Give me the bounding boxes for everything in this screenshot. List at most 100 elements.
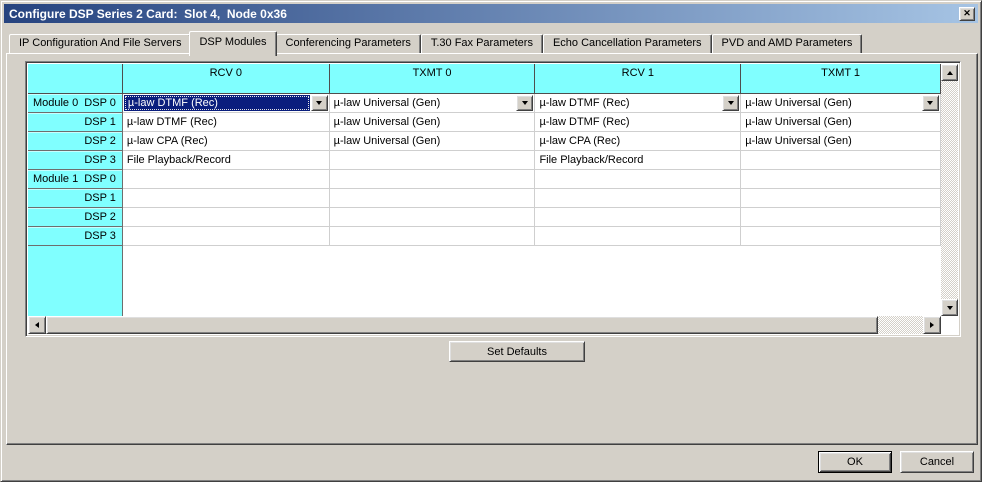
close-icon: ✕ <box>963 9 971 18</box>
close-button[interactable]: ✕ <box>959 7 975 21</box>
dropdown-button[interactable] <box>516 95 533 111</box>
grid-cell[interactable] <box>741 227 941 246</box>
grid-cell[interactable]: File Playback/Record <box>535 151 741 170</box>
row-header[interactable]: DSP 1 <box>28 189 123 208</box>
dropdown-arrow-icon <box>316 101 322 108</box>
grid-cell[interactable] <box>330 151 536 170</box>
dropdown-arrow-icon <box>522 101 528 108</box>
grid-cell[interactable]: µ-law Universal (Gen) <box>741 113 941 132</box>
horizontal-scrollbar-track[interactable] <box>878 316 923 334</box>
grid-cell[interactable]: µ-law DTMF (Rec) <box>123 94 330 113</box>
grid-viewport: RCV 0TXMT 0RCV 1TXMT 1Module 0 DSP 0µ-la… <box>28 64 958 334</box>
tab-conferencing-parameters[interactable]: Conferencing Parameters <box>276 34 421 53</box>
row-header[interactable]: Module 1 DSP 0 <box>28 170 123 189</box>
grid-cell[interactable]: µ-law CPA (Rec) <box>535 132 741 151</box>
table-row: DSP 1 <box>28 189 941 208</box>
tab-echo-cancellation-parameters[interactable]: Echo Cancellation Parameters <box>543 34 712 53</box>
grid-cell[interactable]: µ-law Universal (Gen) <box>330 113 536 132</box>
grid-cell[interactable]: µ-law Universal (Gen) <box>330 132 536 151</box>
grid-table: RCV 0TXMT 0RCV 1TXMT 1Module 0 DSP 0µ-la… <box>28 64 941 316</box>
row-header[interactable]: Module 0 DSP 0 <box>28 94 123 113</box>
row-header[interactable]: DSP 2 <box>28 132 123 151</box>
grid-cell[interactable]: µ-law Universal (Gen) <box>741 94 941 113</box>
column-header: RCV 0 <box>123 64 330 94</box>
arrow-down-icon <box>947 306 953 313</box>
vertical-scrollbar[interactable] <box>941 64 958 316</box>
grid-cell[interactable] <box>123 208 330 227</box>
grid-cell[interactable] <box>123 189 330 208</box>
ok-label: OK <box>847 456 863 468</box>
vertical-scrollbar-track[interactable] <box>941 81 958 299</box>
arrow-right-icon <box>930 322 937 328</box>
grid-cell[interactable]: File Playback/Record <box>123 151 330 170</box>
grid-cell[interactable]: µ-law DTMF (Rec) <box>535 94 741 113</box>
table-row: DSP 2 <box>28 208 941 227</box>
scrollbar-thumb[interactable] <box>46 316 878 334</box>
dropdown-arrow-icon <box>728 101 734 108</box>
table-row: DSP 2µ-law CPA (Rec)µ-law Universal (Gen… <box>28 132 941 151</box>
table-row: Module 1 DSP 0 <box>28 170 941 189</box>
row-header[interactable]: DSP 2 <box>28 208 123 227</box>
arrow-left-icon <box>32 322 39 328</box>
scroll-left-button[interactable] <box>28 316 46 334</box>
scroll-up-button[interactable] <box>941 64 958 81</box>
dropdown-button[interactable] <box>311 95 328 111</box>
tab-ip-configuration-and-file-servers[interactable]: IP Configuration And File Servers <box>9 34 191 53</box>
grid-cell[interactable] <box>123 227 330 246</box>
dialog-window: Configure DSP Series 2 Card: Slot 4, Nod… <box>0 0 982 482</box>
row-header-filler <box>28 246 123 316</box>
ok-button[interactable]: OK <box>818 451 892 473</box>
grid-cell[interactable]: µ-law DTMF (Rec) <box>123 113 330 132</box>
window-title: Configure DSP Series 2 Card: Slot 4, Nod… <box>9 7 287 21</box>
row-header[interactable]: DSP 3 <box>28 151 123 170</box>
grid-cell[interactable] <box>741 170 941 189</box>
cancel-label: Cancel <box>920 456 954 468</box>
grid-cell[interactable] <box>535 170 741 189</box>
grid-header-row: RCV 0TXMT 0RCV 1TXMT 1 <box>28 64 941 94</box>
column-header: TXMT 0 <box>330 64 536 94</box>
grid-cell[interactable] <box>123 170 330 189</box>
tab-dsp-modules[interactable]: DSP Modules <box>189 31 276 56</box>
dropdown-value: µ-law DTMF (Rec) <box>535 94 721 112</box>
table-row: DSP 3File Playback/RecordFile Playback/R… <box>28 151 941 170</box>
set-defaults-button[interactable]: Set Defaults <box>449 341 585 362</box>
set-defaults-label: Set Defaults <box>487 346 547 358</box>
tab-pvd-and-amd-parameters[interactable]: PVD and AMD Parameters <box>712 34 863 53</box>
row-header[interactable]: DSP 3 <box>28 227 123 246</box>
scroll-down-button[interactable] <box>941 299 958 316</box>
grid-cell[interactable] <box>330 227 536 246</box>
grid-cell[interactable] <box>535 208 741 227</box>
grid-cell[interactable] <box>330 170 536 189</box>
dropdown-button[interactable] <box>722 95 739 111</box>
grid-cell[interactable] <box>330 189 536 208</box>
dropdown-value: µ-law Universal (Gen) <box>741 94 921 112</box>
tab-t-30-fax-parameters[interactable]: T.30 Fax Parameters <box>421 34 543 53</box>
grid-cell[interactable] <box>535 189 741 208</box>
table-row: Module 0 DSP 0µ-law DTMF (Rec)µ-law Univ… <box>28 94 941 113</box>
tab-strip: IP Configuration And File ServersDSP Mod… <box>9 31 862 53</box>
cancel-button[interactable]: Cancel <box>900 451 974 473</box>
grid-cell[interactable] <box>535 227 741 246</box>
column-header: RCV 1 <box>535 64 741 94</box>
grid-cell[interactable] <box>741 189 941 208</box>
grid-cell[interactable] <box>741 151 941 170</box>
table-row: DSP 1µ-law DTMF (Rec)µ-law Universal (Ge… <box>28 113 941 132</box>
horizontal-scrollbar[interactable] <box>28 316 941 334</box>
grid-corner-cell <box>28 64 123 94</box>
dropdown-arrow-icon <box>927 101 933 108</box>
dropdown-button[interactable] <box>922 95 939 111</box>
dsp-grid: RCV 0TXMT 0RCV 1TXMT 1Module 0 DSP 0µ-la… <box>25 61 961 337</box>
grid-cell[interactable]: µ-law Universal (Gen) <box>330 94 536 113</box>
row-header[interactable]: DSP 1 <box>28 113 123 132</box>
grid-cell[interactable]: µ-law CPA (Rec) <box>123 132 330 151</box>
table-row: DSP 3 <box>28 227 941 246</box>
arrow-up-icon <box>947 68 953 75</box>
grid-filler-row <box>28 246 941 316</box>
title-bar[interactable]: Configure DSP Series 2 Card: Slot 4, Nod… <box>4 4 978 23</box>
dropdown-value: µ-law Universal (Gen) <box>330 94 516 112</box>
grid-cell[interactable] <box>741 208 941 227</box>
grid-cell[interactable] <box>330 208 536 227</box>
scroll-right-button[interactable] <box>923 316 941 334</box>
grid-cell[interactable]: µ-law DTMF (Rec) <box>535 113 741 132</box>
grid-cell[interactable]: µ-law Universal (Gen) <box>741 132 941 151</box>
